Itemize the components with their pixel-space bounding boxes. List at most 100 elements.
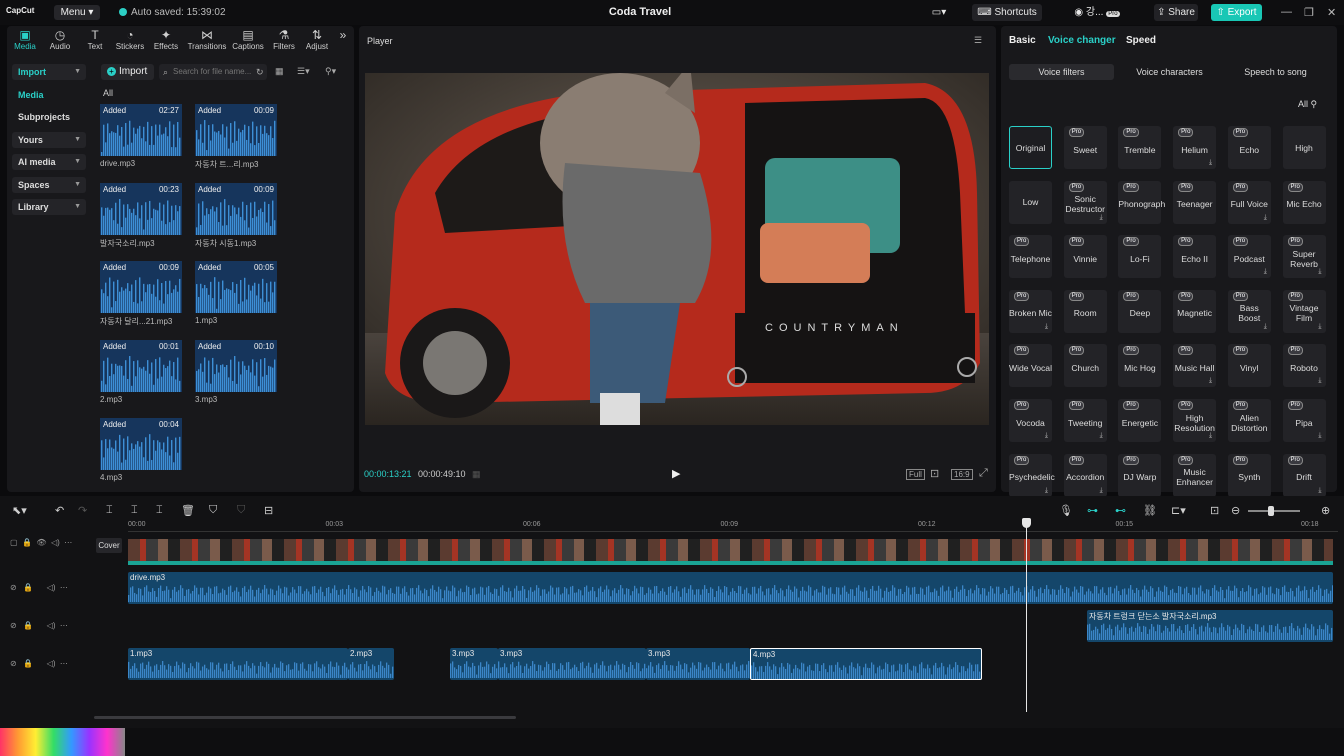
download-icon[interactable]: ⤓ (1100, 214, 1103, 222)
voice-filter-super-reverb[interactable]: Pro Super Reverb ⤓ (1282, 235, 1326, 279)
voice-filter-teenager[interactable]: Pro Teenager (1173, 180, 1217, 224)
download-icon[interactable]: ⤓ (1209, 159, 1212, 167)
maximize-icon[interactable]: ❐ (1304, 6, 1314, 19)
video-clip[interactable] (128, 539, 1333, 565)
tool-effects[interactable]: ✦ Effects (148, 28, 184, 54)
audio-track-3-controls[interactable]: ⊘ 🔒 ◁) ⋯ (10, 659, 68, 668)
audio-clip-2[interactable]: 2.mp3 (348, 648, 394, 680)
voice-filter-room[interactable]: Pro Room (1063, 289, 1107, 333)
voice-filter-synth[interactable]: Pro Synth (1227, 453, 1271, 497)
close-icon[interactable]: ✕ (1327, 6, 1336, 19)
voice-filter-church[interactable]: Pro Church (1063, 344, 1107, 388)
playhead-handle[interactable] (1022, 518, 1031, 528)
microphone-icon[interactable]: 🎙 (1059, 504, 1073, 517)
nav-ai-media[interactable]: AI media ▼ (12, 154, 86, 170)
timecode-settings-icon[interactable]: ▦ (472, 469, 481, 480)
preview-axis-icon[interactable]: ⊏▾ (1171, 504, 1186, 517)
layout-icon[interactable]: ▭▾ (928, 4, 950, 21)
voice-filter-music-enhancer[interactable]: Pro Music Enhancer (1173, 453, 1217, 497)
download-icon[interactable]: ⤓ (1318, 268, 1321, 276)
voice-filter-magnetic[interactable]: Pro Magnetic (1173, 289, 1217, 333)
download-icon[interactable]: ⤓ (1318, 377, 1321, 385)
all-filter-dropdown[interactable]: All ⚲ (1298, 99, 1317, 110)
fullscreen-icon[interactable]: ⤢ (979, 467, 988, 480)
zoom-slider[interactable] (1248, 510, 1300, 512)
voice-filter-drift[interactable]: Pro Drift ⤓ (1282, 453, 1326, 497)
voice-filter-dj-warp[interactable]: Pro DJ Warp (1118, 453, 1162, 497)
download-icon[interactable]: ⤓ (1264, 323, 1267, 331)
nav-import[interactable]: Import ▼ (12, 64, 86, 80)
voice-filter-original[interactable]: Original (1009, 126, 1052, 169)
snap-icon[interactable]: ⊷ (1115, 504, 1126, 517)
tool-media[interactable]: ▣ Media (7, 28, 43, 54)
timeline-scrollbar[interactable] (94, 716, 516, 719)
media-thumbnail[interactable]: Added 02:27 (100, 104, 182, 156)
media-thumbnail[interactable]: Added 00:04 (100, 418, 182, 470)
voice-filter-tweeting[interactable]: Pro Tweeting ⤓ (1063, 399, 1107, 442)
nav-media[interactable]: Media (12, 87, 86, 103)
export-button[interactable]: ⇧ Export (1211, 4, 1262, 21)
account-button[interactable]: ◉ 강... Pro (1062, 4, 1132, 21)
voice-filter-wide-vocal[interactable]: Pro Wide Vocal (1009, 344, 1052, 388)
voice-filter-music-hall[interactable]: Pro Music Hall ⤓ (1173, 344, 1217, 388)
split-left-icon[interactable]: ⌶ (131, 504, 138, 517)
voice-filter-sweet[interactable]: Pro Sweet (1063, 126, 1107, 169)
nav-library[interactable]: Library ▼ (12, 199, 86, 215)
voice-filter-helium[interactable]: Pro Helium ⤓ (1173, 126, 1217, 169)
voice-filter-pipa[interactable]: Pro Pipa ⤓ (1282, 399, 1326, 442)
media-thumbnail[interactable]: Added 00:01 (100, 339, 182, 392)
voice-filter-tremble[interactable]: Pro Tremble (1118, 126, 1162, 169)
download-icon[interactable]: ⤓ (1045, 323, 1048, 331)
snapshot-icon[interactable]: ⊡ (930, 467, 939, 480)
tool-filters[interactable]: ⚗ Filters (266, 28, 302, 54)
voice-filter-roboto[interactable]: Pro Roboto ⤓ (1282, 344, 1326, 388)
audio-track-2-controls[interactable]: ⊘ 🔒 ◁) ⋯ (10, 621, 68, 630)
download-icon[interactable]: ⤓ (1209, 432, 1212, 440)
audio-clip-3c[interactable]: 3.mp3 (646, 648, 750, 680)
voice-filter-mic-hog[interactable]: Pro Mic Hog (1118, 344, 1162, 388)
voice-filter-echo-ii[interactable]: Pro Echo II (1173, 235, 1217, 279)
media-thumbnail[interactable]: Added 00:05 (195, 261, 277, 313)
subtab-speech-to-song[interactable]: Speech to song (1223, 64, 1328, 80)
audio-clip-3a[interactable]: 3.mp3 (450, 648, 498, 680)
audio-clip-drive[interactable]: drive.mp3 (128, 572, 1333, 604)
tool-adjust[interactable]: ⇅ Adjust (299, 28, 335, 54)
download-icon[interactable]: ⤓ (1318, 432, 1321, 440)
crop-icon[interactable]: ⊟ (264, 504, 273, 517)
tab-voice-changer[interactable]: Voice changer (1048, 35, 1116, 46)
grid-view-icon[interactable]: ▦ (275, 66, 284, 77)
split-right-icon[interactable]: ⌶ (156, 504, 163, 517)
import-button[interactable]: + Import (101, 64, 154, 80)
split-icon[interactable]: ⌶ (106, 504, 113, 517)
player-menu-icon[interactable]: ☰ (974, 35, 982, 46)
full-quality-button[interactable]: Full (906, 469, 925, 480)
cover-button[interactable]: Cover (96, 538, 122, 553)
media-thumbnail[interactable]: Added 00:09 (100, 261, 182, 313)
caption-icon[interactable]: ⊡ (1210, 504, 1219, 517)
voice-filter-vinyl[interactable]: Pro Vinyl (1227, 344, 1271, 388)
tool-text[interactable]: T Text (77, 28, 113, 54)
voice-filter-bass-boost[interactable]: Pro Bass Boost ⤓ (1227, 289, 1271, 333)
voice-filter-accordion[interactable]: Pro Accordion ⤓ (1063, 453, 1107, 497)
audio-track-1-controls[interactable]: ⊘ 🔒 ◁) ⋯ (10, 583, 68, 592)
voice-filter-echo[interactable]: Pro Echo (1227, 126, 1271, 169)
download-icon[interactable]: ⤓ (1264, 214, 1267, 222)
tab-speed[interactable]: Speed (1126, 35, 1156, 46)
tool-audio[interactable]: ◷ Audio (42, 28, 78, 54)
voice-filter-deep[interactable]: Pro Deep (1118, 289, 1162, 333)
voice-filter-sonic-destructor[interactable]: Pro Sonic Destructor ⤓ (1063, 180, 1107, 224)
tool-stickers[interactable]: ◔ Stickers (112, 28, 148, 54)
download-icon[interactable]: ⤓ (1100, 432, 1103, 440)
link-main-icon[interactable]: ⊶ (1087, 504, 1098, 517)
marker-icon[interactable]: ⛉ (209, 504, 217, 517)
voice-filter-mic-echo[interactable]: Pro Mic Echo (1282, 180, 1326, 224)
media-thumbnail[interactable]: Added 00:10 (195, 339, 277, 392)
media-thumbnail[interactable]: Added 00:09 (195, 104, 277, 156)
select-tool-icon[interactable]: ⬉▾ (12, 504, 27, 517)
zoom-in-icon[interactable]: ⊕ (1321, 504, 1330, 517)
video-preview[interactable]: COUNTRYMAN (365, 73, 989, 425)
menu-button[interactable]: Menu ▾ (54, 5, 100, 20)
sort-icon[interactable]: ☰▾ (297, 66, 310, 77)
voice-filter-high[interactable]: High (1282, 126, 1326, 169)
audio-clip-3b[interactable]: 3.mp3 (498, 648, 646, 680)
